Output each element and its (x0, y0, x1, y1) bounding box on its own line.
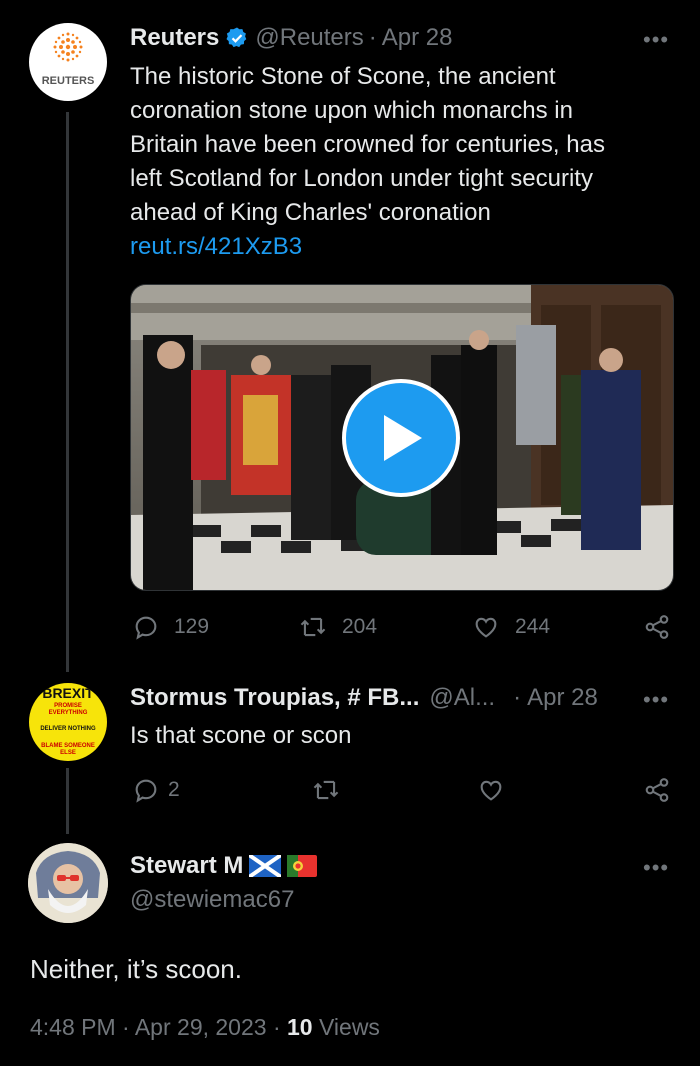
reply-button[interactable]: 129 (132, 613, 209, 641)
play-icon (384, 415, 422, 461)
tweet-meta: 4:48 PM · Apr 29, 2023 · 10 Views (30, 1014, 380, 1041)
separator-dot: · (122, 1014, 130, 1040)
retweet-button[interactable] (311, 776, 355, 804)
heart-icon (475, 617, 497, 638)
tweet-text: Is that scone or scon (130, 722, 352, 749)
retweet-icon (313, 780, 339, 800)
author-name[interactable]: Stormus Troupias, # FB... (130, 684, 419, 712)
tweet-date[interactable]: Apr 28 (382, 24, 453, 52)
more-options-icon[interactable]: ••• (643, 27, 669, 53)
separator-dot: · (272, 1014, 281, 1040)
verified-badge-icon (226, 27, 247, 48)
reply-count: 129 (174, 615, 210, 638)
author-name[interactable]: Stewart M (130, 852, 243, 880)
share-icon (645, 778, 669, 802)
avatar-text: ELSE (60, 750, 76, 756)
avatar-text: EVERYTHING (48, 710, 88, 716)
retweet-button[interactable]: 204 (298, 613, 377, 641)
like-button[interactable]: 244 (471, 613, 550, 641)
reuters-avatar-label: REUTERS (41, 75, 95, 87)
tweet-header: Reuters @Reuters · Apr 28 (130, 24, 453, 52)
tweet-text-line: Britain have been crowned for centuries,… (130, 131, 605, 158)
share-button[interactable] (643, 613, 685, 641)
reuters-logo-icon (53, 32, 83, 62)
separator-dot: · (513, 684, 522, 711)
reply-icon (135, 779, 157, 803)
reply-button[interactable]: 2 (132, 776, 180, 804)
tweet-header: Stewart M (130, 852, 318, 880)
views-count: 10 (287, 1014, 313, 1040)
avatar-text: DELIVER NOTHING (40, 726, 96, 732)
author-handle[interactable]: @Al... (429, 684, 495, 712)
tweet-text: The historic Stone of Scone, the ancient… (130, 60, 670, 264)
author-name[interactable]: Reuters (130, 24, 219, 52)
author-handle[interactable]: @stewiemac67 (130, 886, 294, 914)
scotland-flag-icon (249, 855, 282, 877)
stewart-avatar[interactable] (28, 843, 108, 923)
more-options-icon[interactable]: ••• (643, 687, 669, 713)
more-options-icon[interactable]: ••• (643, 855, 669, 881)
avatar-text: PROMISE (54, 703, 82, 709)
like-button[interactable] (476, 776, 520, 804)
separator-dot: · (368, 24, 377, 51)
tweet-text-line: The historic Stone of Scone, the ancient (130, 63, 556, 90)
tweet-link[interactable]: reut.rs/421XzB3 (130, 230, 670, 264)
retweet-icon (300, 617, 326, 637)
tweet-text-line: left Scotland for London under tight sec… (130, 165, 593, 192)
avatar-brexit-text: BREXIT (42, 685, 94, 701)
share-icon (645, 615, 669, 639)
tweet-text-line: ahead of King Charles' coronation (130, 199, 491, 226)
share-button[interactable] (643, 776, 685, 804)
avatar-text: BLAME SOMEONE (41, 743, 95, 749)
heart-icon (480, 780, 502, 801)
stormus-avatar[interactable]: BREXIT PROMISE EVERYTHING DELIVER NOTHIN… (29, 683, 107, 761)
tweet-date[interactable]: Apr 29, 2023 (135, 1014, 267, 1040)
reuters-avatar[interactable]: REUTERS (29, 23, 107, 101)
avatar-portrait (28, 843, 108, 923)
views-label: Views (319, 1014, 380, 1040)
tweet-text: Neither, it’s scoon. (30, 954, 242, 984)
reply-count: 2 (168, 778, 180, 801)
play-button[interactable] (342, 379, 460, 497)
reply-icon (135, 616, 157, 640)
author-handle[interactable]: @Reuters (255, 24, 363, 52)
portugal-flag-icon (287, 855, 318, 877)
retweet-count: 204 (342, 615, 378, 638)
thread-line (66, 768, 69, 834)
tweet-text-line: coronation stone upon which monarchs in (130, 97, 573, 124)
tweet-date[interactable]: Apr 28 (527, 684, 598, 712)
tweet-time[interactable]: 4:48 PM (30, 1014, 116, 1040)
like-count: 244 (515, 615, 551, 638)
video-player[interactable] (130, 284, 674, 591)
thread-line (66, 112, 69, 672)
tweet-header: Stormus Troupias, # FB... @Al... · Apr 2… (130, 684, 598, 712)
